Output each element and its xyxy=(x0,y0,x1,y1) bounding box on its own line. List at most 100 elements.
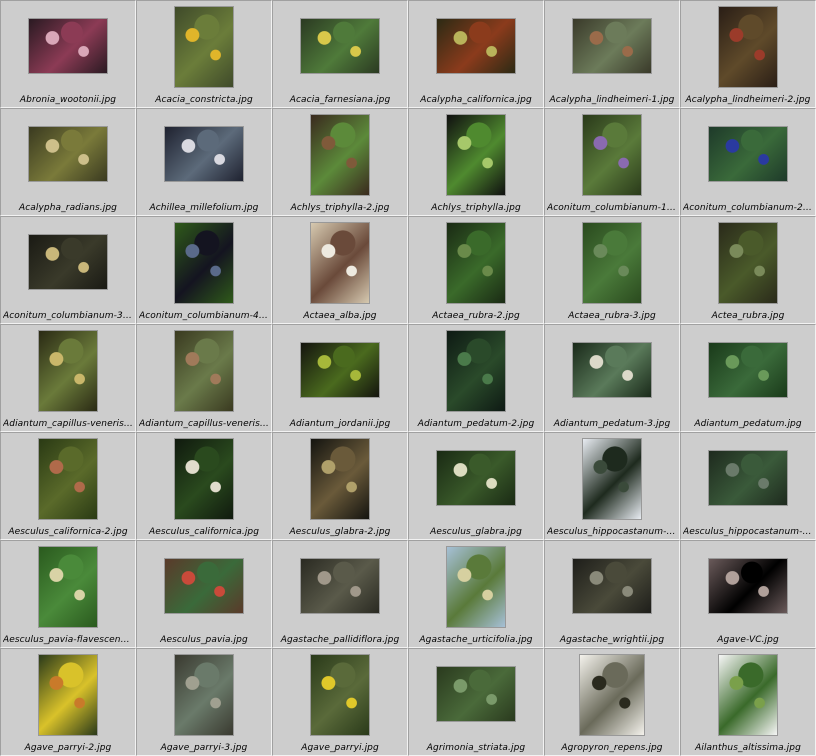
file-name-label[interactable]: Aconitum_columbianum-3.jpg xyxy=(3,311,133,321)
file-name-label[interactable]: Agastache_pallidiflora.jpg xyxy=(275,635,405,645)
file-item-aconitum-columbianum-2[interactable]: Aconitum_columbianum-2.jpg xyxy=(680,108,816,216)
file-item-actaea-rubra-2[interactable]: Actaea_rubra-2.jpg xyxy=(408,216,544,324)
file-item-agastache-pallidiflora[interactable]: Agastache_pallidiflora.jpg xyxy=(272,540,408,648)
file-thumbnail-image[interactable] xyxy=(39,547,97,627)
file-thumbnail-image[interactable] xyxy=(447,547,505,627)
file-item-agastache-urticifolia[interactable]: Agastache_urticifolia.jpg xyxy=(408,540,544,648)
file-item-achlys-triphylla-2[interactable]: Achlys_triphylla-2.jpg xyxy=(272,108,408,216)
file-thumbnail-image[interactable] xyxy=(719,7,777,87)
file-thumbnail-image[interactable] xyxy=(573,559,651,613)
file-name-label[interactable]: Agropyron_repens.jpg xyxy=(547,743,677,753)
file-thumbnail-image[interactable] xyxy=(29,19,107,73)
file-thumbnail-image[interactable] xyxy=(447,331,505,411)
file-name-label[interactable]: Acalypha_radians.jpg xyxy=(3,203,133,213)
file-name-label[interactable]: Achillea_millefolium.jpg xyxy=(139,203,269,213)
file-item-aesculus-glabra[interactable]: Aesculus_glabra.jpg xyxy=(408,432,544,540)
file-thumbnail-image[interactable] xyxy=(175,439,233,519)
file-item-achlys-triphylla[interactable]: Achlys_triphylla.jpg xyxy=(408,108,544,216)
file-thumbnail-image[interactable] xyxy=(580,655,644,735)
file-name-label[interactable]: Acalypha_lindheimeri-1.jpg xyxy=(547,95,677,105)
file-thumbnail-image[interactable] xyxy=(709,343,787,397)
file-thumbnail-image[interactable] xyxy=(583,223,641,303)
file-item-agropyron-repens[interactable]: Agropyron_repens.jpg xyxy=(544,648,680,756)
file-thumbnail-image[interactable] xyxy=(175,655,233,735)
file-item-adiantum-jordanii[interactable]: Adiantum_jordanii.jpg xyxy=(272,324,408,432)
file-name-label[interactable]: Aconitum_columbianum-1.jpg xyxy=(547,203,677,213)
file-thumbnail-image[interactable] xyxy=(301,343,379,397)
file-item-acacia-constricta[interactable]: Acacia_constricta.jpg xyxy=(136,0,272,108)
file-item-aesculus-pavia-flavescens[interactable]: Aesculus_pavia-flavescens.jpg xyxy=(0,540,136,648)
file-item-achillea-millefolium[interactable]: Achillea_millefolium.jpg xyxy=(136,108,272,216)
file-item-acalypha-lindheimeri-2[interactable]: Acalypha_lindheimeri-2.jpg xyxy=(680,0,816,108)
file-item-acalypha-californica[interactable]: Acalypha_californica.jpg xyxy=(408,0,544,108)
file-item-aesculus-californica[interactable]: Aesculus_californica.jpg xyxy=(136,432,272,540)
file-name-label[interactable]: Aesculus_pavia-flavescens.jpg xyxy=(3,635,133,645)
file-name-label[interactable]: Abronia_wootonii.jpg xyxy=(3,95,133,105)
file-thumbnail-image[interactable] xyxy=(39,439,97,519)
file-name-label[interactable]: Acalypha_californica.jpg xyxy=(411,95,541,105)
file-name-label[interactable]: Acalypha_lindheimeri-2.jpg xyxy=(683,95,813,105)
file-thumbnail-image[interactable] xyxy=(709,559,787,613)
file-thumbnail-image[interactable] xyxy=(583,115,641,195)
file-thumbnail-image[interactable] xyxy=(175,223,233,303)
file-thumbnail-image[interactable] xyxy=(311,439,369,519)
file-name-label[interactable]: Adiantum_pedatum-2.jpg xyxy=(411,419,541,429)
file-thumbnail-image[interactable] xyxy=(573,343,651,397)
file-thumbnail-image[interactable] xyxy=(29,235,107,289)
file-thumbnail-image[interactable] xyxy=(573,19,651,73)
file-thumbnail-image[interactable] xyxy=(301,19,379,73)
file-thumbnail-image[interactable] xyxy=(311,223,369,303)
file-name-label[interactable]: Adiantum_capillus-veneris-2.jpg xyxy=(139,419,269,429)
file-item-actea-rubra[interactable]: Actea_rubra.jpg xyxy=(680,216,816,324)
file-item-agave-parryi-2[interactable]: Agave_parryi-2.jpg xyxy=(0,648,136,756)
file-item-aconitum-columbianum-4[interactable]: Aconitum_columbianum-4.jpg xyxy=(136,216,272,324)
file-name-label[interactable]: Adiantum_jordanii.jpg xyxy=(275,419,405,429)
file-item-aesculus-hippocastanum-1[interactable]: Aesculus_hippocastanum-1.jpg xyxy=(544,432,680,540)
file-name-label[interactable]: Aconitum_columbianum-4.jpg xyxy=(139,311,269,321)
file-item-agave-vc[interactable]: Agave-VC.jpg xyxy=(680,540,816,648)
file-name-label[interactable]: Agave-VC.jpg xyxy=(683,635,813,645)
file-name-label[interactable]: Actaea_alba.jpg xyxy=(275,311,405,321)
file-name-label[interactable]: Achlys_triphylla-2.jpg xyxy=(275,203,405,213)
file-item-actaea-rubra-3[interactable]: Actaea_rubra-3.jpg xyxy=(544,216,680,324)
file-name-label[interactable]: Agastache_wrightii.jpg xyxy=(547,635,677,645)
file-thumbnail-image[interactable] xyxy=(39,331,97,411)
file-name-label[interactable]: Agave_parryi-2.jpg xyxy=(3,743,133,753)
file-name-label[interactable]: Ailanthus_altissima.jpg xyxy=(683,743,813,753)
file-thumbnail-image[interactable] xyxy=(709,127,787,181)
file-item-aconitum-columbianum-1[interactable]: Aconitum_columbianum-1.jpg xyxy=(544,108,680,216)
file-item-ailanthus-altissima[interactable]: Ailanthus_altissima.jpg xyxy=(680,648,816,756)
file-thumbnail-image[interactable] xyxy=(447,115,505,195)
file-name-label[interactable]: Aesculus_hippocastanum-2.jpg xyxy=(683,527,813,537)
file-name-label[interactable]: Aesculus_hippocastanum-1.jpg xyxy=(547,527,677,537)
file-thumbnail-image[interactable] xyxy=(29,127,107,181)
file-item-adiantum-capillus-veneris-2[interactable]: Adiantum_capillus-veneris-2.jpg xyxy=(136,324,272,432)
file-name-label[interactable]: Actea_rubra.jpg xyxy=(683,311,813,321)
file-thumbnail-image[interactable] xyxy=(437,451,515,505)
file-name-label[interactable]: Aconitum_columbianum-2.jpg xyxy=(683,203,813,213)
file-name-label[interactable]: Agave_parryi.jpg xyxy=(275,743,405,753)
file-thumbnail-image[interactable] xyxy=(301,559,379,613)
file-thumbnail-image[interactable] xyxy=(437,667,515,721)
file-name-label[interactable]: Agastache_urticifolia.jpg xyxy=(411,635,541,645)
file-thumbnail-image[interactable] xyxy=(719,223,777,303)
file-item-adiantum-pedatum-2[interactable]: Adiantum_pedatum-2.jpg xyxy=(408,324,544,432)
file-item-adiantum-capillus-veneris-1[interactable]: Adiantum_capillus-veneris-1.jpg xyxy=(0,324,136,432)
file-name-label[interactable]: Acacia_constricta.jpg xyxy=(139,95,269,105)
file-thumbnail-image[interactable] xyxy=(447,223,505,303)
file-item-acacia-farnesiana[interactable]: Acacia_farnesiana.jpg xyxy=(272,0,408,108)
file-item-actaea-alba[interactable]: Actaea_alba.jpg xyxy=(272,216,408,324)
file-item-abronia-wootonii[interactable]: Abronia_wootonii.jpg xyxy=(0,0,136,108)
file-thumbnail-image[interactable] xyxy=(311,655,369,735)
file-thumbnail-image[interactable] xyxy=(437,19,515,73)
file-item-agave-parryi-3[interactable]: Agave_parryi-3.jpg xyxy=(136,648,272,756)
file-item-aesculus-glabra-2[interactable]: Aesculus_glabra-2.jpg xyxy=(272,432,408,540)
file-item-adiantum-pedatum[interactable]: Adiantum_pedatum.jpg xyxy=(680,324,816,432)
file-item-aesculus-hippocastanum-2[interactable]: Aesculus_hippocastanum-2.jpg xyxy=(680,432,816,540)
file-item-acalypha-radians[interactable]: Acalypha_radians.jpg xyxy=(0,108,136,216)
file-item-aconitum-columbianum-3[interactable]: Aconitum_columbianum-3.jpg xyxy=(0,216,136,324)
file-name-label[interactable]: Agrimonia_striata.jpg xyxy=(411,743,541,753)
file-name-label[interactable]: Aesculus_pavia.jpg xyxy=(139,635,269,645)
file-name-label[interactable]: Aesculus_californica-2.jpg xyxy=(3,527,133,537)
file-name-label[interactable]: Aesculus_glabra-2.jpg xyxy=(275,527,405,537)
